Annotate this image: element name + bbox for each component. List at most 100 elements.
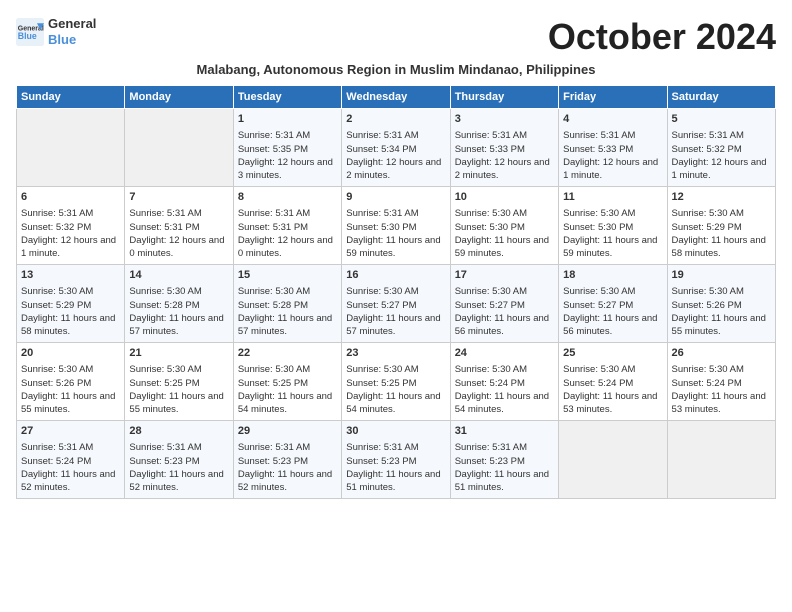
sunrise-text: Sunrise: 5:30 AM <box>346 364 418 375</box>
sunset-text: Sunset: 5:23 PM <box>129 456 199 467</box>
weekday-header-row: SundayMondayTuesdayWednesdayThursdayFrid… <box>17 86 776 109</box>
day-number: 9 <box>346 190 445 205</box>
sunset-text: Sunset: 5:24 PM <box>21 456 91 467</box>
sunset-text: Sunset: 5:27 PM <box>346 300 416 311</box>
sunset-text: Sunset: 5:32 PM <box>21 222 91 233</box>
daylight-text: Daylight: 12 hours and 0 minutes. <box>129 235 224 259</box>
sunrise-text: Sunrise: 5:31 AM <box>672 130 744 141</box>
sunrise-text: Sunrise: 5:30 AM <box>563 364 635 375</box>
sunrise-text: Sunrise: 5:31 AM <box>129 208 201 219</box>
sunrise-text: Sunrise: 5:31 AM <box>455 442 527 453</box>
calendar-cell: 10Sunrise: 5:30 AMSunset: 5:30 PMDayligh… <box>450 187 558 265</box>
sunrise-text: Sunrise: 5:31 AM <box>563 130 635 141</box>
sunrise-text: Sunrise: 5:31 AM <box>455 130 527 141</box>
calendar-cell: 9Sunrise: 5:31 AMSunset: 5:30 PMDaylight… <box>342 187 450 265</box>
daylight-text: Daylight: 11 hours and 54 minutes. <box>455 391 549 415</box>
logo-icon: General Blue <box>16 18 44 46</box>
sunset-text: Sunset: 5:31 PM <box>238 222 308 233</box>
calendar-cell: 5Sunrise: 5:31 AMSunset: 5:32 PMDaylight… <box>667 109 775 187</box>
calendar-cell: 20Sunrise: 5:30 AMSunset: 5:26 PMDayligh… <box>17 343 125 421</box>
day-number: 31 <box>455 424 554 439</box>
week-row-2: 6 Sunrise: 5:31 AM Sunset: 5:32 PM Daylight… <box>17 187 776 265</box>
weekday-header-monday: Monday <box>125 86 233 109</box>
calendar-cell: 3Sunrise: 5:31 AMSunset: 5:33 PMDaylight… <box>450 109 558 187</box>
weekday-header-friday: Friday <box>559 86 667 109</box>
week-row-4: 20Sunrise: 5:30 AMSunset: 5:26 PMDayligh… <box>17 343 776 421</box>
sunrise-text: Sunrise: 5:31 AM <box>238 442 310 453</box>
sunrise-text: Sunrise: 5:31 AM <box>21 208 93 219</box>
sunset-text: Sunset: 5:29 PM <box>21 300 91 311</box>
calendar-cell: 26Sunrise: 5:30 AMSunset: 5:24 PMDayligh… <box>667 343 775 421</box>
daylight-text: Daylight: 11 hours and 53 minutes. <box>672 391 766 415</box>
sunset-text: Sunset: 5:35 PM <box>238 144 308 155</box>
sunset-text: Sunset: 5:28 PM <box>238 300 308 311</box>
sunset-text: Sunset: 5:26 PM <box>21 378 91 389</box>
sunrise-text: Sunrise: 5:31 AM <box>346 130 418 141</box>
day-number: 6 <box>21 190 120 205</box>
day-number: 14 <box>129 268 228 283</box>
calendar-cell: 14Sunrise: 5:30 AMSunset: 5:28 PMDayligh… <box>125 265 233 343</box>
day-number: 12 <box>672 190 771 205</box>
daylight-text: Daylight: 12 hours and 3 minutes. <box>238 157 333 181</box>
svg-text:Blue: Blue <box>18 31 37 41</box>
sunrise-text: Sunrise: 5:31 AM <box>129 442 201 453</box>
week-row-3: 13Sunrise: 5:30 AMSunset: 5:29 PMDayligh… <box>17 265 776 343</box>
sunset-text: Sunset: 5:23 PM <box>346 456 416 467</box>
day-number: 30 <box>346 424 445 439</box>
calendar-cell: 16Sunrise: 5:30 AMSunset: 5:27 PMDayligh… <box>342 265 450 343</box>
calendar-cell <box>559 421 667 499</box>
sunrise-text: Sunrise: 5:30 AM <box>129 364 201 375</box>
day-number: 27 <box>21 424 120 439</box>
daylight-text: Daylight: 12 hours and 0 minutes. <box>238 235 333 259</box>
day-number: 19 <box>672 268 771 283</box>
sunrise-text: Sunrise: 5:31 AM <box>346 208 418 219</box>
sunrise-text: Sunrise: 5:30 AM <box>455 208 527 219</box>
daylight-text: Daylight: 11 hours and 52 minutes. <box>238 469 332 493</box>
month-title: October 2024 <box>548 16 776 58</box>
sunrise-text: Sunrise: 5:30 AM <box>672 286 744 297</box>
calendar-cell: 2Sunrise: 5:31 AMSunset: 5:34 PMDaylight… <box>342 109 450 187</box>
sunrise-text: Sunrise: 5:30 AM <box>563 208 635 219</box>
day-number: 28 <box>129 424 228 439</box>
daylight-text: Daylight: 11 hours and 55 minutes. <box>129 391 223 415</box>
sunrise-text: Sunrise: 5:31 AM <box>238 208 310 219</box>
day-number: 26 <box>672 346 771 361</box>
weekday-header-sunday: Sunday <box>17 86 125 109</box>
sunset-text: Sunset: 5:30 PM <box>563 222 633 233</box>
calendar-cell: 27Sunrise: 5:31 AMSunset: 5:24 PMDayligh… <box>17 421 125 499</box>
calendar-cell: 12Sunrise: 5:30 AMSunset: 5:29 PMDayligh… <box>667 187 775 265</box>
sunset-text: Sunset: 5:33 PM <box>455 144 525 155</box>
daylight-text: Daylight: 11 hours and 54 minutes. <box>346 391 440 415</box>
calendar-cell: 11Sunrise: 5:30 AMSunset: 5:30 PMDayligh… <box>559 187 667 265</box>
day-number: 5 <box>672 112 771 127</box>
daylight-text: Daylight: 11 hours and 52 minutes. <box>129 469 223 493</box>
daylight-text: Daylight: 11 hours and 55 minutes. <box>21 391 115 415</box>
calendar-cell: 4Sunrise: 5:31 AMSunset: 5:33 PMDaylight… <box>559 109 667 187</box>
day-number: 21 <box>129 346 228 361</box>
daylight-text: Daylight: 11 hours and 54 minutes. <box>238 391 332 415</box>
sunrise-text: Sunrise: 5:30 AM <box>129 286 201 297</box>
calendar-cell <box>17 109 125 187</box>
sunset-text: Sunset: 5:24 PM <box>672 378 742 389</box>
sunrise-text: Sunrise: 5:30 AM <box>21 364 93 375</box>
sunrise-text: Sunrise: 5:30 AM <box>21 286 93 297</box>
daylight-text: Daylight: 11 hours and 56 minutes. <box>563 313 657 337</box>
day-number: 22 <box>238 346 337 361</box>
weekday-header-tuesday: Tuesday <box>233 86 341 109</box>
calendar-cell: 25Sunrise: 5:30 AMSunset: 5:24 PMDayligh… <box>559 343 667 421</box>
calendar-cell: 6Sunrise: 5:31 AMSunset: 5:32 PMDaylight… <box>17 187 125 265</box>
sunset-text: Sunset: 5:30 PM <box>455 222 525 233</box>
calendar-cell: 13Sunrise: 5:30 AMSunset: 5:29 PMDayligh… <box>17 265 125 343</box>
daylight-text: Daylight: 11 hours and 56 minutes. <box>455 313 549 337</box>
day-number: 18 <box>563 268 662 283</box>
sunset-text: Sunset: 5:29 PM <box>672 222 742 233</box>
logo: General Blue General Blue <box>16 16 96 47</box>
daylight-text: Daylight: 11 hours and 55 minutes. <box>672 313 766 337</box>
day-number: 2 <box>346 112 445 127</box>
calendar-cell: 30Sunrise: 5:31 AMSunset: 5:23 PMDayligh… <box>342 421 450 499</box>
calendar-cell <box>125 109 233 187</box>
calendar-cell: 23Sunrise: 5:30 AMSunset: 5:25 PMDayligh… <box>342 343 450 421</box>
week-row-5: 27 Sunrise: 5:31 AM Sunset: 5:24 PM Dayligh… <box>17 421 776 499</box>
sunrise-text: Sunrise: 5:31 AM <box>21 442 93 453</box>
sunset-text: Sunset: 5:27 PM <box>563 300 633 311</box>
